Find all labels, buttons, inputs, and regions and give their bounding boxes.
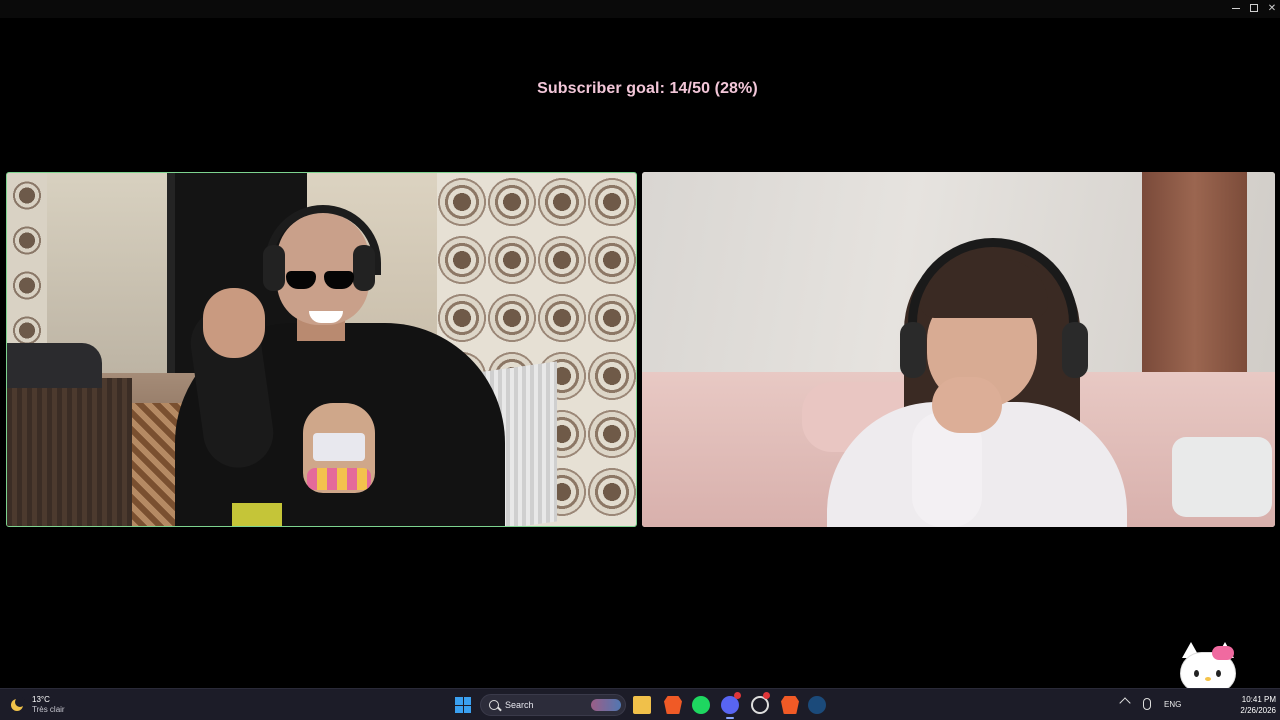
brave-icon[interactable]	[781, 696, 799, 714]
language-indicator[interactable]: ENG	[1164, 700, 1181, 709]
maximize-button[interactable]	[1244, 0, 1264, 16]
headset-ear	[1062, 322, 1088, 378]
maximize-icon	[1250, 4, 1258, 12]
wall-tiles	[7, 173, 47, 363]
microphone-icon[interactable]	[1143, 698, 1151, 710]
curtain	[1142, 172, 1247, 402]
kitty-nose	[1205, 677, 1211, 681]
start-button[interactable]	[455, 697, 471, 713]
person-hand	[203, 288, 265, 358]
notification-badge	[734, 692, 741, 699]
shirt-bear-print	[313, 433, 365, 461]
notification-badge	[763, 692, 770, 699]
weather-widget[interactable]: 13°C Très clair	[10, 693, 65, 717]
moon-icon	[10, 697, 26, 713]
person-hand	[932, 377, 1002, 433]
steam-icon[interactable]	[808, 696, 826, 714]
weather-temperature: 13°C	[32, 695, 50, 704]
minimize-icon	[1232, 7, 1240, 9]
sunglasses	[286, 271, 354, 289]
active-app-indicator	[726, 717, 734, 719]
close-icon: ✕	[1267, 2, 1277, 14]
clock-time: 10:41 PM	[1241, 695, 1276, 704]
shirt-flower-print	[307, 468, 371, 490]
video-tile-right[interactable]	[642, 172, 1275, 527]
search-icon	[489, 700, 499, 710]
minimize-button[interactable]	[1226, 0, 1246, 16]
weather-description: Très clair	[32, 705, 65, 714]
search-highlight-image	[591, 699, 621, 711]
subscriber-goal-text: Subscriber goal: 14/50 (28%)	[537, 80, 758, 97]
close-button[interactable]: ✕	[1262, 0, 1280, 16]
headset-ear	[353, 245, 375, 291]
device	[1172, 437, 1272, 517]
brave-icon[interactable]	[664, 696, 682, 714]
clock-date: 2/26/2026	[1240, 706, 1276, 715]
kitty-bow	[1212, 646, 1234, 660]
video-tile-left[interactable]	[6, 172, 637, 527]
bed	[7, 378, 132, 526]
window-title-bar: ✕	[0, 0, 1280, 18]
folder-icon[interactable]	[633, 696, 651, 714]
blanket	[7, 343, 102, 388]
chevron-up-icon[interactable]	[1119, 697, 1131, 709]
kitty-eye	[1194, 670, 1199, 677]
system-clock[interactable]: 10:41 PM 2/26/2026	[1222, 694, 1276, 716]
taskbar-search[interactable]: Search	[480, 694, 626, 716]
search-label: Search	[505, 700, 534, 710]
spotify-icon[interactable]	[692, 696, 710, 714]
headset-ear	[263, 245, 285, 291]
headset-ear	[900, 322, 926, 378]
chair	[232, 503, 282, 526]
kitty-eye	[1216, 670, 1221, 677]
taskbar: 13°C Très clair Search ENG 10:41 PM 2/26…	[0, 688, 1280, 720]
